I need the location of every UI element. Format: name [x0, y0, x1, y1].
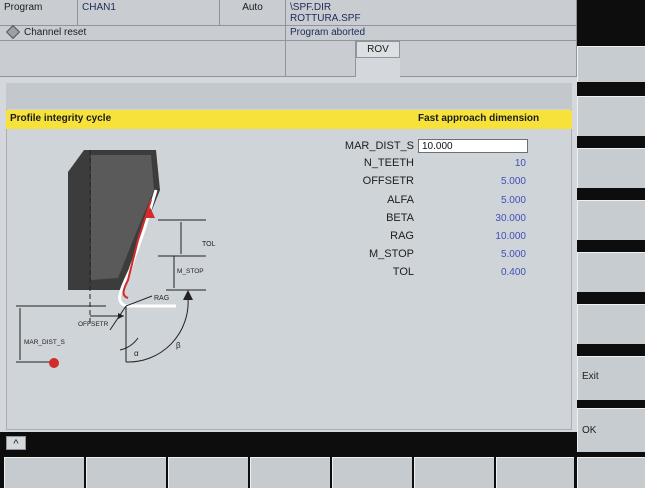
horizontal-softkey-7[interactable]	[496, 457, 574, 488]
param-value-alfa[interactable]: 5.000	[418, 195, 528, 206]
dialog-line	[0, 432, 577, 457]
rag-label: RAG	[154, 295, 169, 302]
beta-arrow	[183, 290, 193, 300]
alarm-line	[0, 41, 286, 77]
offsetr-label: OFFSETR	[78, 321, 109, 328]
param-label-tol: TOL	[392, 266, 414, 278]
cycle-diagram: TOL M_STOP RAG β α OFFSETR MAR_DIST_S	[16, 150, 216, 368]
channel-text: CHAN1	[82, 2, 116, 13]
rov-indicator: ROV	[356, 41, 400, 58]
param-value-tol[interactable]: 0.400	[418, 267, 528, 278]
parameter-help: Fast approach dimension	[418, 113, 540, 124]
param-label-m-stop: M_STOP	[368, 248, 414, 260]
param-label-alfa: ALFA	[387, 194, 414, 206]
ok-label: OK	[582, 425, 597, 436]
horizontal-softkey-6[interactable]	[414, 457, 494, 488]
param-label-offsetr: OFFSETR	[362, 175, 414, 187]
program-file: ROTTURA.SPF	[290, 13, 361, 24]
reset-icon	[5, 25, 21, 40]
vertical-softkey-6[interactable]	[577, 304, 645, 344]
param-label-rag: RAG	[390, 230, 414, 242]
param-label-beta: BETA	[386, 212, 414, 224]
recall-icon: ^	[13, 438, 19, 450]
ok-softkey[interactable]: OK	[577, 408, 645, 452]
channel-status-text: Channel reset	[24, 27, 87, 38]
alpha-label: α	[134, 349, 139, 358]
exit-label: Exit	[582, 371, 599, 382]
program-dir: \SPF.DIR	[290, 2, 332, 13]
mstop-label: M_STOP	[177, 268, 204, 275]
param-label-n-teeth: N_TEETH	[363, 157, 414, 169]
horizontal-softkey-2[interactable]	[86, 457, 166, 488]
param-input-mar-dist-s[interactable]: 10.000	[418, 139, 528, 153]
program-status: Program aborted	[286, 26, 577, 41]
mode-label: Program	[0, 0, 78, 26]
horizontal-softkey-5[interactable]	[332, 457, 412, 488]
param-input-value: 10.000	[422, 141, 453, 152]
param-value-m-stop[interactable]: 5.000	[418, 249, 528, 260]
status-spacer-right	[400, 41, 577, 77]
start-point	[49, 358, 59, 368]
channel-status: Channel reset	[0, 25, 286, 41]
vertical-softkey-3[interactable]	[577, 148, 645, 188]
exit-softkey[interactable]: Exit	[577, 356, 645, 400]
work-area-top	[6, 83, 572, 109]
vertical-softkey-2[interactable]	[577, 96, 645, 136]
param-value-beta[interactable]: 30.000	[418, 213, 528, 224]
param-value-offsetr[interactable]: 5.000	[418, 176, 528, 187]
recall-button[interactable]: ^	[6, 436, 26, 450]
mode-label-text: Program	[4, 2, 43, 13]
mardist-label: MAR_DIST_S	[24, 339, 65, 346]
program-path: \SPF.DIR ROTTURA.SPF	[286, 0, 577, 26]
channel-name: CHAN1	[78, 0, 220, 26]
vertical-softkey-4[interactable]	[577, 200, 645, 240]
vertical-softkey-1[interactable]	[577, 46, 645, 82]
param-label-mar-dist-s: MAR_DIST_S	[344, 140, 414, 152]
horizontal-softkey-1[interactable]	[4, 457, 84, 488]
horizontal-softkey-8[interactable]	[577, 457, 645, 488]
tol-label: TOL	[202, 241, 216, 248]
beta-label: β	[176, 341, 181, 350]
rov-text: ROV	[367, 44, 389, 55]
param-value-rag[interactable]: 10.000	[418, 231, 528, 242]
op-mode-text: Auto	[242, 2, 263, 13]
status-spacer	[286, 41, 356, 77]
vertical-softkey-5[interactable]	[577, 252, 645, 292]
operating-mode: Auto	[220, 0, 286, 26]
horizontal-softkey-3[interactable]	[168, 457, 248, 488]
horizontal-softkey-4[interactable]	[250, 457, 330, 488]
cycle-title: Profile integrity cycle	[10, 113, 112, 124]
cycle-banner: Profile integrity cycle Fast approach di…	[6, 110, 572, 129]
param-value-n-teeth[interactable]: 10	[418, 158, 528, 169]
program-status-text: Program aborted	[290, 27, 366, 38]
